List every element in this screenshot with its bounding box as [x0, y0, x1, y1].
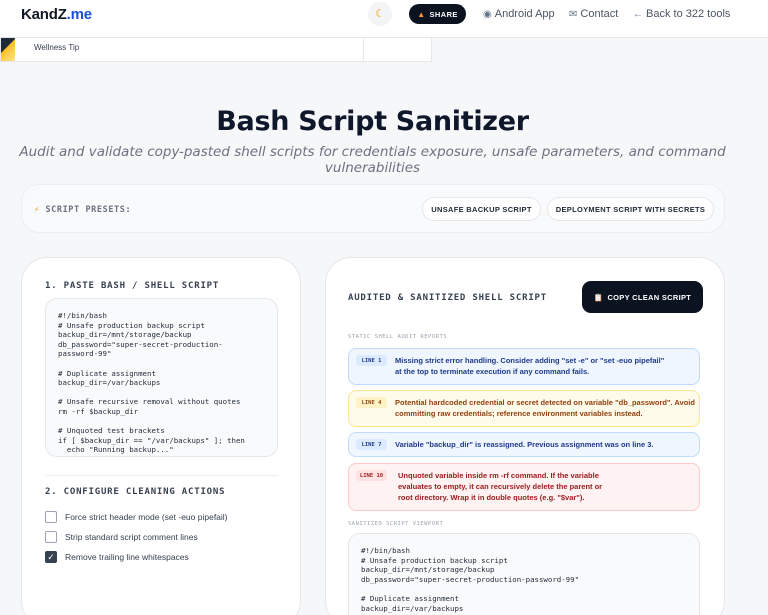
line-badge: LINE 4 — [356, 397, 387, 408]
checkbox-checked[interactable]: ✓ — [45, 551, 57, 563]
copy-clean-script-button[interactable]: 📋 COPY CLEAN SCRIPT — [582, 281, 703, 313]
finding-message: Variable "backup_dir" is reassigned. Pre… — [395, 440, 654, 449]
option-strict-header[interactable]: Force strict header mode (set -euo pipef… — [45, 511, 228, 523]
script-presets-bar: ⚡ SCRIPT PRESETS: UNSAFE BACKUP SCRIPT D… — [21, 184, 725, 233]
option-strip-comments[interactable]: Strip standard script comment lines — [45, 531, 198, 543]
site-logo[interactable]: KandZ.me — [21, 6, 92, 23]
finding-line-1: LINE 1 Missing strict error handling. Co… — [348, 348, 700, 385]
preset-unsafe-backup-button[interactable]: UNSAFE BACKUP SCRIPT — [422, 197, 541, 221]
finding-message: Potential hardcoded credential or secret… — [395, 398, 695, 418]
line-badge: LINE 1 — [356, 355, 387, 366]
share-button[interactable]: ▲ SHARE — [409, 4, 466, 24]
moon-icon[interactable]: ☾ — [368, 2, 392, 26]
android-app-link[interactable]: ◉ Android App — [483, 8, 555, 20]
option-trailing-whitespace[interactable]: ✓ Remove trailing line whitespaces — [45, 551, 189, 563]
finding-message: Unquoted variable inside rm -rf command.… — [398, 471, 603, 502]
line-badge: LINE 10 — [356, 470, 387, 481]
paste-script-heading: 1. PASTE BASH / SHELL SCRIPT — [45, 281, 220, 291]
checkbox[interactable] — [45, 511, 57, 523]
finding-line-7: LINE 7 Variable "backup_dir" is reassign… — [348, 432, 700, 457]
back-to-tools-link[interactable]: ← Back to 322 tools — [633, 8, 730, 20]
page-subtitle: Audit and validate copy-pasted shell scr… — [19, 144, 726, 176]
viewport-heading: SANITIZED SCRIPT VIEWPORT — [348, 521, 444, 527]
output-heading: AUDITED & SANITIZED SHELL SCRIPT — [348, 293, 547, 303]
finding-line-4: LINE 4 Potential hardcoded credential or… — [348, 390, 700, 427]
line-badge: LINE 7 — [356, 439, 387, 450]
finding-message: Missing strict error handling. Consider … — [395, 356, 665, 376]
share-icon: ▲ — [417, 9, 426, 19]
ad-label: Wellness Tip — [34, 43, 80, 52]
ad-thumbnail — [1, 38, 15, 61]
page-title: Bash Script Sanitizer — [216, 106, 529, 137]
ad-divider — [363, 38, 364, 61]
top-nav: KandZ.me ☾ ▲ SHARE ◉ Android App ✉ Conta… — [0, 0, 768, 38]
lightning-icon: ⚡ — [34, 205, 40, 215]
checkbox[interactable] — [45, 531, 57, 543]
contact-link[interactable]: ✉ Contact — [569, 8, 618, 20]
sanitized-output-panel: AUDITED & SANITIZED SHELL SCRIPT 📋 COPY … — [325, 257, 725, 615]
clipboard-icon: 📋 — [593, 292, 604, 302]
wellness-ad[interactable]: Wellness Tip — [0, 38, 432, 62]
arrow-left-icon: ← — [633, 8, 643, 20]
sanitized-script-text: #!/bin/bash # Unsafe production backup s… — [361, 546, 580, 613]
section-divider — [45, 475, 278, 476]
script-input-panel: 1. PASTE BASH / SHELL SCRIPT #!/bin/bash… — [21, 257, 301, 615]
audit-reports-heading: STATIC SHELL AUDIT REPORTS — [348, 334, 448, 340]
android-icon: ◉ — [483, 8, 492, 20]
script-input-textarea[interactable]: #!/bin/bash # Unsafe production backup s… — [45, 298, 278, 457]
preset-deployment-secrets-button[interactable]: DEPLOYMENT SCRIPT WITH SECRETS — [547, 197, 714, 221]
mail-icon: ✉ — [569, 8, 578, 20]
script-input-text: #!/bin/bash # Unsafe production backup s… — [58, 311, 245, 455]
finding-line-10: LINE 10 Unquoted variable inside rm -rf … — [348, 463, 700, 511]
presets-label: ⚡ SCRIPT PRESETS: — [34, 205, 132, 215]
cleaning-actions-heading: 2. CONFIGURE CLEANING ACTIONS — [45, 487, 226, 497]
share-label: SHARE — [429, 9, 458, 19]
sanitized-script-viewport[interactable]: #!/bin/bash # Unsafe production backup s… — [348, 533, 700, 615]
